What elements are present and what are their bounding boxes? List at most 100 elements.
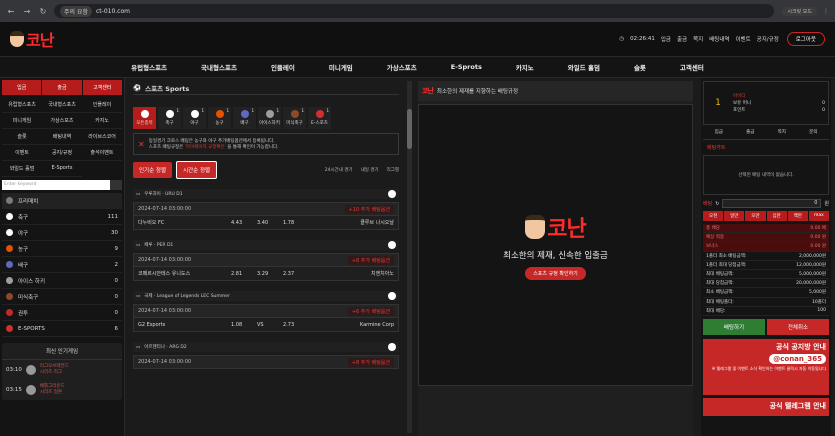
left-menu-item-5[interactable]: 카지노 <box>82 113 122 129</box>
away-odds-button[interactable]: Karmine Corp <box>305 322 398 328</box>
left-menu-item-0[interactable]: 유럽형스포츠 <box>2 97 42 113</box>
nav-item-9[interactable]: 고객센터 <box>663 62 721 72</box>
security-warning[interactable]: 주의 요함 <box>60 5 92 17</box>
menu-icon[interactable]: ⋮ <box>823 8 829 15</box>
sport-tab-7[interactable]: E-스포츠 1 <box>308 107 331 129</box>
user-link-0[interactable]: 입금 <box>715 129 723 135</box>
nav-item-3[interactable]: 미니게임 <box>312 62 370 72</box>
left-top-button-0[interactable]: 입금 <box>2 80 42 95</box>
sport-row[interactable]: 미식축구 0 <box>2 289 122 305</box>
popular-row[interactable]: 03:15 배틀그라운드 시리즈 일본 <box>2 380 122 400</box>
draw-odds[interactable]: VS <box>253 322 279 328</box>
left-menu-item-3[interactable]: 미니게임 <box>2 113 42 129</box>
search-button[interactable] <box>110 180 122 190</box>
rules-check-button[interactable]: 스포츠 규정 확인하기 <box>525 266 586 280</box>
header-link-4[interactable]: 이벤트 <box>735 35 750 43</box>
sort-popular-button[interactable]: 인기순 정렬 <box>133 162 173 178</box>
left-menu-item-12[interactable]: 와일드 홀덤 <box>2 161 42 177</box>
left-top-button-1[interactable]: 출금 <box>42 80 82 95</box>
left-menu-item-13[interactable]: E-Sports <box>42 161 82 177</box>
more-options-button[interactable]: +8 추가 배팅옵션 <box>347 357 394 367</box>
search-input[interactable]: Enter keyword <box>2 180 110 190</box>
nav-item-4[interactable]: 가상스포츠 <box>370 62 434 72</box>
home-odds-button[interactable]: G2 Esports <box>134 322 227 328</box>
forward-icon[interactable]: → <box>22 7 32 16</box>
left-menu-item-6[interactable]: 슬롯 <box>2 129 42 145</box>
left-menu-item-11[interactable]: 출석이벤트 <box>82 145 122 161</box>
home-odds-button[interactable]: 코페르시안테스 유니도스 <box>134 270 227 277</box>
sport-tab-5[interactable]: 아이스하키 1 <box>258 107 281 129</box>
left-menu-item-9[interactable]: 이벤트 <box>2 145 42 161</box>
notice-channel-banner[interactable]: 공식 공지방 안내 @conan_365 ※ 텔레그램 및 이벤트 소식 확인하… <box>703 338 829 395</box>
draw-odds[interactable]: 3.40 <box>253 220 279 226</box>
sport-row[interactable]: 농구 9 <box>2 241 122 257</box>
nav-item-5[interactable]: E-Sprots <box>434 63 499 71</box>
more-options-button[interactable]: +8 추가 배팅옵션 <box>347 255 394 265</box>
left-top-button-2[interactable]: 고객센터 <box>82 80 122 95</box>
sort-time-button[interactable]: 시간순 정렬 <box>176 161 218 179</box>
sport-tab-1[interactable]: 축구 1 <box>158 107 181 129</box>
amount-input[interactable]: 0 <box>722 199 822 208</box>
nav-item-2[interactable]: 인플레이 <box>254 62 312 72</box>
amount-chip-1[interactable]: 일만 <box>724 211 745 221</box>
header-link-3[interactable]: 배팅내역 <box>709 35 729 43</box>
amount-chip-5[interactable]: max <box>808 211 830 221</box>
sport-row[interactable]: 배구 2 <box>2 257 122 273</box>
amount-chip-0[interactable]: 오천 <box>703 211 724 221</box>
more-options-button[interactable]: +6 추가 배팅옵션 <box>347 306 394 316</box>
sport-row[interactable]: 축구 111 <box>2 209 122 225</box>
filter-1[interactable]: 내일 경기 <box>361 167 379 173</box>
away-odds-button[interactable]: 클루브 나시오날 <box>305 219 398 226</box>
home-odds-button[interactable]: 다누비오 FC <box>134 219 227 226</box>
scrollbar[interactable] <box>407 81 412 433</box>
header-link-0[interactable]: 입금 <box>661 35 671 43</box>
sport-row[interactable]: E-SPORTS 6 <box>2 321 122 337</box>
user-link-2[interactable]: 쪽지 <box>778 129 786 135</box>
nav-item-6[interactable]: 카지노 <box>499 62 551 72</box>
more-options-button[interactable]: +10 추가 배팅옵션 <box>344 204 394 214</box>
user-link-3[interactable]: 문의 <box>809 129 817 135</box>
reload-icon[interactable]: ↻ <box>38 7 48 16</box>
cancel-all-button[interactable]: 전체취소 <box>767 318 829 335</box>
header-link-5[interactable]: 공지/규정 <box>757 35 779 43</box>
left-menu-item-4[interactable]: 가상스포츠 <box>42 113 82 129</box>
user-link-1[interactable]: 출금 <box>746 129 754 135</box>
site-logo[interactable]: 코난 <box>10 27 54 51</box>
incognito-badge[interactable]: 시크릿 모드 <box>782 6 817 16</box>
filter-2[interactable]: 리그별 <box>387 167 399 173</box>
sport-tab-2[interactable]: 야구 1 <box>183 107 206 129</box>
telegram-banner[interactable]: 공식 텔레그램 안내 <box>703 397 829 416</box>
logout-button[interactable]: 로그아웃 <box>786 32 825 46</box>
amount-chip-2[interactable]: 오만 <box>745 211 766 221</box>
left-menu-item-7[interactable]: 배팅내역 <box>42 129 82 145</box>
sport-row[interactable]: 야구 30 <box>2 225 122 241</box>
nav-item-8[interactable]: 슬롯 <box>617 62 663 72</box>
nav-item-1[interactable]: 국내형스포츠 <box>184 62 254 72</box>
amount-chip-4[interactable]: 백만 <box>787 211 808 221</box>
sport-tab-3[interactable]: 농구 1 <box>208 107 231 129</box>
header-link-2[interactable]: 쪽지 <box>693 35 703 43</box>
filter-0[interactable]: 24시간내 경기 <box>325 167 353 173</box>
sport-row[interactable]: 프리매치 <box>2 193 122 209</box>
header-link-1[interactable]: 출금 <box>677 35 687 43</box>
sport-tab-4[interactable]: 배구 1 <box>233 107 256 129</box>
nav-item-7[interactable]: 와일드 홀덤 <box>551 62 617 72</box>
left-menu-item-1[interactable]: 국내형스포츠 <box>42 97 82 113</box>
away-odds-button[interactable]: 치엔치아노 <box>305 270 398 277</box>
popular-row[interactable]: 03:10 리그오브레전드 시리즈 리그 <box>2 360 122 380</box>
left-menu-item-2[interactable]: 인플레이 <box>82 97 122 113</box>
sport-tab-0[interactable]: 모든종목 <box>133 107 156 129</box>
amount-chip-3[interactable]: 십만 <box>766 211 787 221</box>
rules-link[interactable]: '마이페이지 규정확인' <box>185 145 226 150</box>
nav-item-0[interactable]: 유럽형스포츠 <box>114 62 184 72</box>
bet-button[interactable]: 배팅하기 <box>703 318 765 335</box>
back-icon[interactable]: ← <box>6 7 16 16</box>
left-menu-item-8[interactable]: 라이브스코어 <box>82 129 122 145</box>
left-menu-item-10[interactable]: 공지/규정 <box>42 145 82 161</box>
sport-tab-6[interactable]: 미식축구 1 <box>283 107 306 129</box>
sport-row[interactable]: 권투 0 <box>2 305 122 321</box>
address-bar[interactable]: 주의 요함 ct-010.com <box>54 4 774 18</box>
sport-row[interactable]: 아이스 하키 0 <box>2 273 122 289</box>
draw-odds[interactable]: 3.29 <box>253 271 279 277</box>
refresh-icon[interactable]: ↻ <box>715 201 719 207</box>
